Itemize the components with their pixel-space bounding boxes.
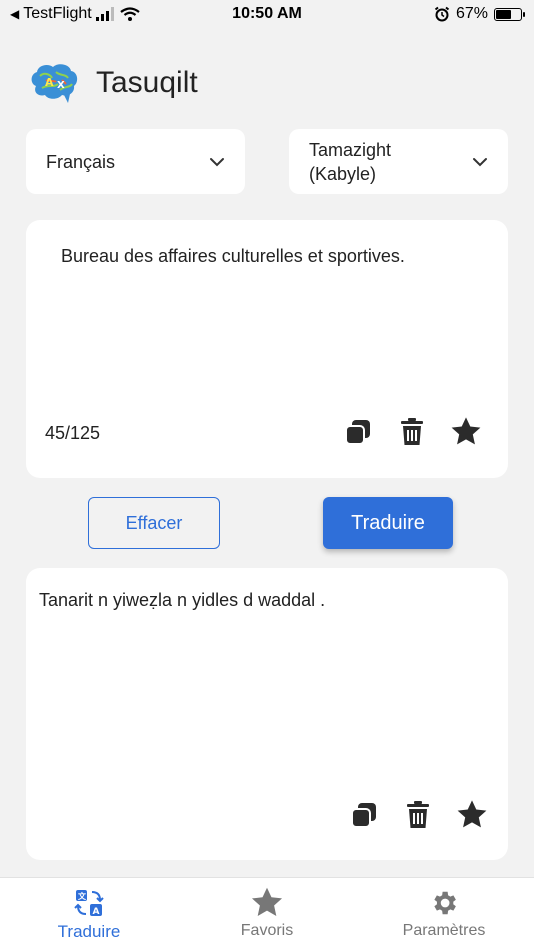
- battery-fill: [496, 9, 511, 19]
- tab-settings-label: Paramètres: [402, 922, 486, 939]
- star-icon: [251, 887, 283, 916]
- translate-icon: 文 A: [74, 890, 104, 917]
- source-text-input[interactable]: Bureau des affaires culturelles et sport…: [61, 246, 405, 267]
- bottom-navigation: 文 A Traduire Favoris Paramètres: [0, 877, 534, 950]
- svg-text:A: A: [93, 907, 100, 917]
- char-count: 45/125: [45, 423, 101, 443]
- clear-button[interactable]: Effacer: [88, 497, 220, 549]
- chevron-down-icon: [473, 157, 487, 166]
- copy-icon: [351, 803, 376, 828]
- svg-text:文: 文: [78, 891, 87, 901]
- translate-button[interactable]: Traduire: [323, 497, 453, 549]
- target-language-label: Tamazight (Kabyle): [309, 138, 472, 186]
- svg-text:X: X: [57, 80, 65, 91]
- svg-text:A: A: [45, 76, 54, 89]
- app-header: A X Tasuqilt: [28, 62, 198, 104]
- target-language-line2: (Kabyle): [309, 163, 377, 184]
- copy-button[interactable]: [342, 416, 374, 448]
- tab-favorites[interactable]: Favoris: [197, 886, 337, 940]
- delete-button[interactable]: [396, 416, 428, 448]
- alarm-icon: [434, 6, 450, 22]
- translation-result-card: Tanarit n yiweẓla n yidles d waddal .: [26, 568, 508, 860]
- source-text-card[interactable]: Bureau des affaires culturelles et sport…: [26, 220, 508, 478]
- status-bar: ◀ TestFlight 10:50 AM 67%: [0, 0, 534, 28]
- source-language-select[interactable]: Français: [26, 129, 245, 194]
- tab-translate-label: Traduire: [57, 922, 121, 941]
- battery-icon: [494, 7, 525, 21]
- brain-logo-icon: A X: [31, 64, 78, 103]
- source-language-label: Français: [46, 151, 116, 172]
- favorite-translation-button[interactable]: [456, 799, 488, 831]
- tab-settings[interactable]: Paramètres: [374, 886, 514, 940]
- tab-favorites-label: Favoris: [240, 922, 294, 939]
- favorite-button[interactable]: [450, 416, 482, 448]
- delete-translation-button[interactable]: [402, 799, 434, 831]
- tab-translate[interactable]: 文 A Traduire: [19, 886, 159, 942]
- star-icon: [457, 800, 487, 828]
- copy-translation-button[interactable]: [348, 799, 380, 831]
- translation-result-text: Tanarit n yiweẓla n yidles d waddal .: [39, 590, 326, 610]
- target-language-select[interactable]: Tamazight (Kabyle): [289, 129, 508, 194]
- battery-percent: 67%: [455, 5, 488, 22]
- gear-icon: [434, 891, 456, 915]
- chevron-down-icon: [210, 157, 224, 166]
- target-language-line1: Tamazight: [309, 139, 392, 160]
- app-title: Tasuqilt: [96, 66, 198, 99]
- star-icon: [451, 417, 481, 445]
- copy-icon: [345, 420, 370, 445]
- trash-icon: [407, 801, 429, 828]
- trash-icon: [401, 418, 423, 445]
